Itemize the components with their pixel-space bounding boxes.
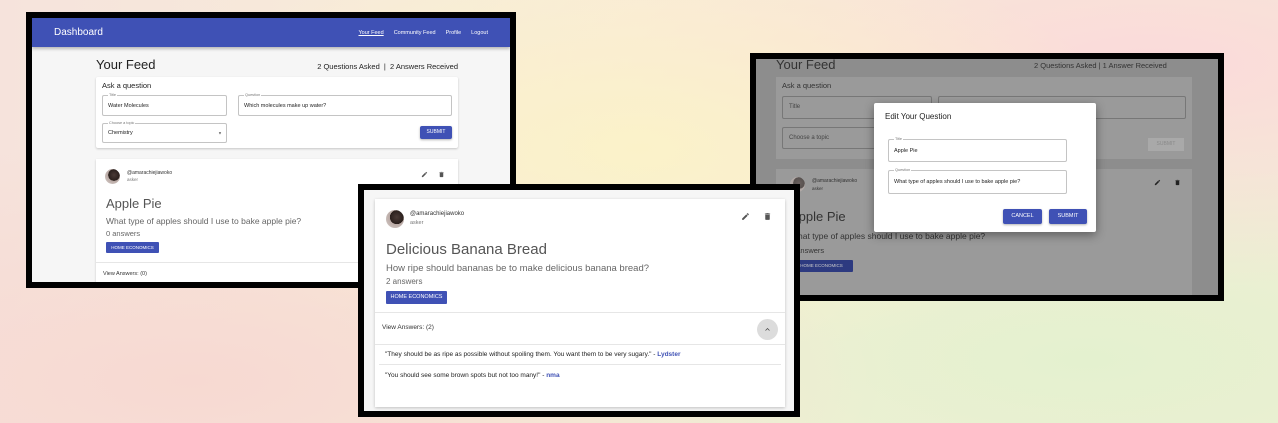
dialog-title-field[interactable]: Title Apple Pie bbox=[888, 137, 1067, 162]
user-role: asker bbox=[812, 186, 824, 191]
nav-logout[interactable]: Logout bbox=[471, 30, 488, 36]
question-body: What type of apples should I use to bake… bbox=[790, 231, 986, 241]
dialog-question-field[interactable]: Question What type of apples should I us… bbox=[888, 168, 1067, 194]
topic-chip[interactable]: HOME ECONOMICS bbox=[106, 242, 159, 253]
topic-select[interactable]: Choose a topic Chemistry ▼ bbox=[102, 121, 227, 143]
app-brand[interactable]: Dashboard bbox=[54, 27, 103, 38]
answer-count: 2 answers bbox=[386, 277, 423, 286]
title-field-label: Title bbox=[108, 93, 118, 98]
dialog-question-value: What type of apples should I use to bake… bbox=[894, 179, 1021, 185]
question-field[interactable]: Question Which molecules make up water? bbox=[238, 93, 452, 116]
chevron-up-icon bbox=[765, 328, 770, 331]
question-body: What type of apples should I use to bake… bbox=[106, 216, 302, 226]
answer-item: "You should see some brown spots but not… bbox=[385, 372, 560, 379]
app-bar: Dashboard Your Feed Community Feed Profi… bbox=[32, 18, 510, 47]
view-answers-toggle[interactable]: View Answers: (0) bbox=[103, 271, 147, 277]
edit-question-dialog: Edit Your Question Title Apple Pie Quest… bbox=[874, 103, 1096, 232]
username: @amarachiejiawoko bbox=[410, 211, 465, 217]
topic-select-placeholder: Choose a topic bbox=[789, 135, 830, 141]
question-detail-screenshot: @amarachiejiawoko asker Delicious Banana… bbox=[358, 184, 800, 417]
dialog-title-value: Apple Pie bbox=[894, 147, 918, 154]
avatar bbox=[105, 169, 120, 184]
dialog-submit-button[interactable]: SUBMIT bbox=[1049, 209, 1087, 224]
submit-button-disabled: SUBMIT bbox=[1148, 138, 1184, 151]
edit-dialog-screenshot: Your Feed 2 Questions Asked | 1 Answer R… bbox=[750, 53, 1224, 301]
answer-text: "You should see some brown spots but not… bbox=[385, 372, 547, 379]
question-field-value: Which molecules make up water? bbox=[244, 102, 327, 109]
username: @amarachiejiawoko bbox=[812, 178, 858, 184]
divider bbox=[379, 364, 781, 365]
question-title: Delicious Banana Bread bbox=[386, 241, 547, 258]
pencil-icon[interactable] bbox=[1154, 179, 1161, 186]
submit-button[interactable]: SUBMIT bbox=[420, 126, 452, 139]
topic-select-label: Choose a topic bbox=[108, 121, 136, 126]
view-answers-toggle[interactable]: View Answers: (2) bbox=[382, 324, 434, 331]
dialog-title: Edit Your Question bbox=[885, 112, 952, 121]
nav-community-feed[interactable]: Community Feed bbox=[394, 30, 436, 36]
answer-author[interactable]: Lydster bbox=[657, 351, 680, 358]
ask-question-title: Ask a question bbox=[782, 81, 832, 90]
dialog-question-label: Question bbox=[894, 168, 912, 173]
user-role: asker bbox=[127, 177, 139, 182]
question-card: @amarachiejiawoko asker Delicious Banana… bbox=[375, 199, 785, 407]
ask-question-card: Ask a question Title Water Molecules Que… bbox=[96, 77, 458, 148]
title-field-value: Water Molecules bbox=[108, 102, 149, 109]
answer-count: 0 answers bbox=[106, 229, 141, 238]
title-field-placeholder: Title bbox=[789, 104, 801, 110]
topic-chip[interactable]: HOME ECONOMICS bbox=[386, 291, 447, 304]
collapse-answers-button[interactable] bbox=[757, 319, 778, 340]
username: @amarachiejiawoko bbox=[127, 170, 173, 176]
divider bbox=[375, 344, 785, 345]
top-nav: Your Feed Community Feed Profile Logout bbox=[359, 30, 489, 36]
trash-icon[interactable] bbox=[1174, 179, 1181, 186]
answer-text: "They should be as ripe as possible with… bbox=[385, 351, 658, 358]
ask-question-title: Ask a question bbox=[102, 81, 152, 90]
nav-your-feed[interactable]: Your Feed bbox=[359, 30, 384, 36]
answer-author[interactable]: nma bbox=[546, 372, 559, 379]
avatar bbox=[386, 210, 404, 228]
page-title: Your Feed bbox=[776, 57, 836, 72]
user-role: asker bbox=[410, 220, 424, 226]
question-title: Apple Pie bbox=[106, 196, 162, 211]
question-body: How ripe should bananas be to make delic… bbox=[386, 263, 650, 274]
feed-stats: 2 Questions Asked | 1 Answer Received bbox=[1034, 61, 1167, 70]
question-field-label: Question bbox=[244, 93, 262, 98]
nav-profile[interactable]: Profile bbox=[446, 30, 462, 36]
pencil-icon[interactable] bbox=[421, 171, 428, 178]
pencil-icon[interactable] bbox=[741, 212, 750, 221]
topic-select-value: Chemistry bbox=[108, 130, 133, 136]
feed-header: Your Feed 2 Questions Asked | 2 Answers … bbox=[96, 57, 458, 72]
dropdown-arrow-icon: ▼ bbox=[218, 130, 222, 136]
trash-icon[interactable] bbox=[763, 212, 772, 221]
page-title: Your Feed bbox=[96, 57, 156, 72]
cancel-button[interactable]: CANCEL bbox=[1003, 209, 1042, 224]
trash-icon[interactable] bbox=[438, 171, 445, 178]
divider bbox=[375, 312, 785, 313]
answer-item: "They should be as ripe as possible with… bbox=[385, 351, 680, 358]
dialog-title-label: Title bbox=[894, 137, 904, 142]
feed-stats: 2 Questions Asked | 2 Answers Received bbox=[317, 62, 458, 71]
title-field[interactable]: Title Water Molecules bbox=[102, 93, 227, 116]
